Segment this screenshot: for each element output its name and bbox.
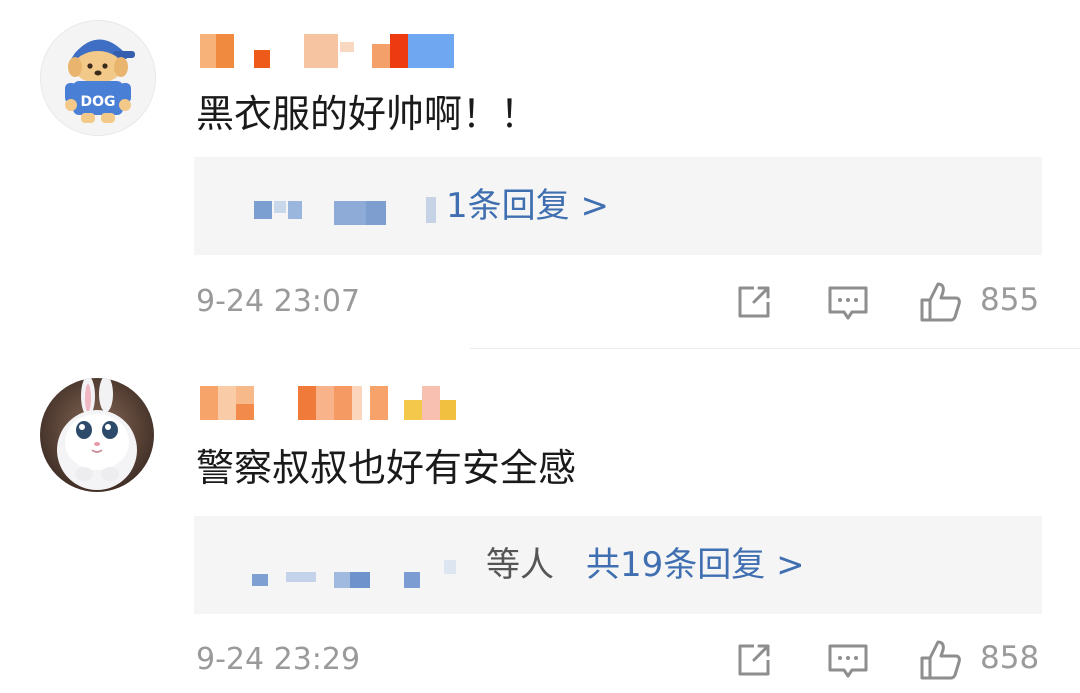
replier-obscured [252,574,268,586]
rabbit-avatar-image [40,378,154,492]
avatar[interactable]: DOG [40,20,156,136]
comment-item: 警察叔叔也好有安全感 等人 共19条回复 > 9-24 23:29 858 [0,350,1080,693]
comment-icon[interactable] [826,638,870,682]
share-icon[interactable] [732,638,776,682]
like-count: 855 [980,282,1040,318]
comment-text: 黑衣服的好帅啊！！ [196,92,539,136]
view-replies-link[interactable]: 共19条回复 > [586,516,805,614]
username-obscured[interactable] [200,386,500,420]
reply-participants-suffix: 等人 [486,545,554,585]
comment-actions: 858 [0,638,1080,682]
share-icon[interactable] [732,280,776,324]
avatar[interactable] [40,378,154,492]
replier-obscured [254,201,272,219]
comment-text: 警察叔叔也好有安全感 [196,446,577,490]
comment-divider [470,348,1080,349]
comment-icon[interactable] [826,280,870,324]
reply-preview-box[interactable]: 1条回复 > [194,157,1042,255]
reply-preview-box[interactable]: 等人 共19条回复 > [194,516,1042,614]
view-replies-link[interactable]: 1条回复 > [446,157,609,255]
avatar-shirt-text: DOG [80,94,115,110]
like-icon[interactable] [918,638,962,682]
comment-item: DOG 黑衣服的好帅啊！！ 1条回复 > 9-24 23:07 855 [0,0,1080,350]
comment-actions: 855 [0,280,1080,324]
username-obscured[interactable] [200,34,500,68]
like-count: 858 [980,640,1040,676]
dog-avatar-image: DOG [41,21,155,135]
like-icon[interactable] [918,280,962,324]
